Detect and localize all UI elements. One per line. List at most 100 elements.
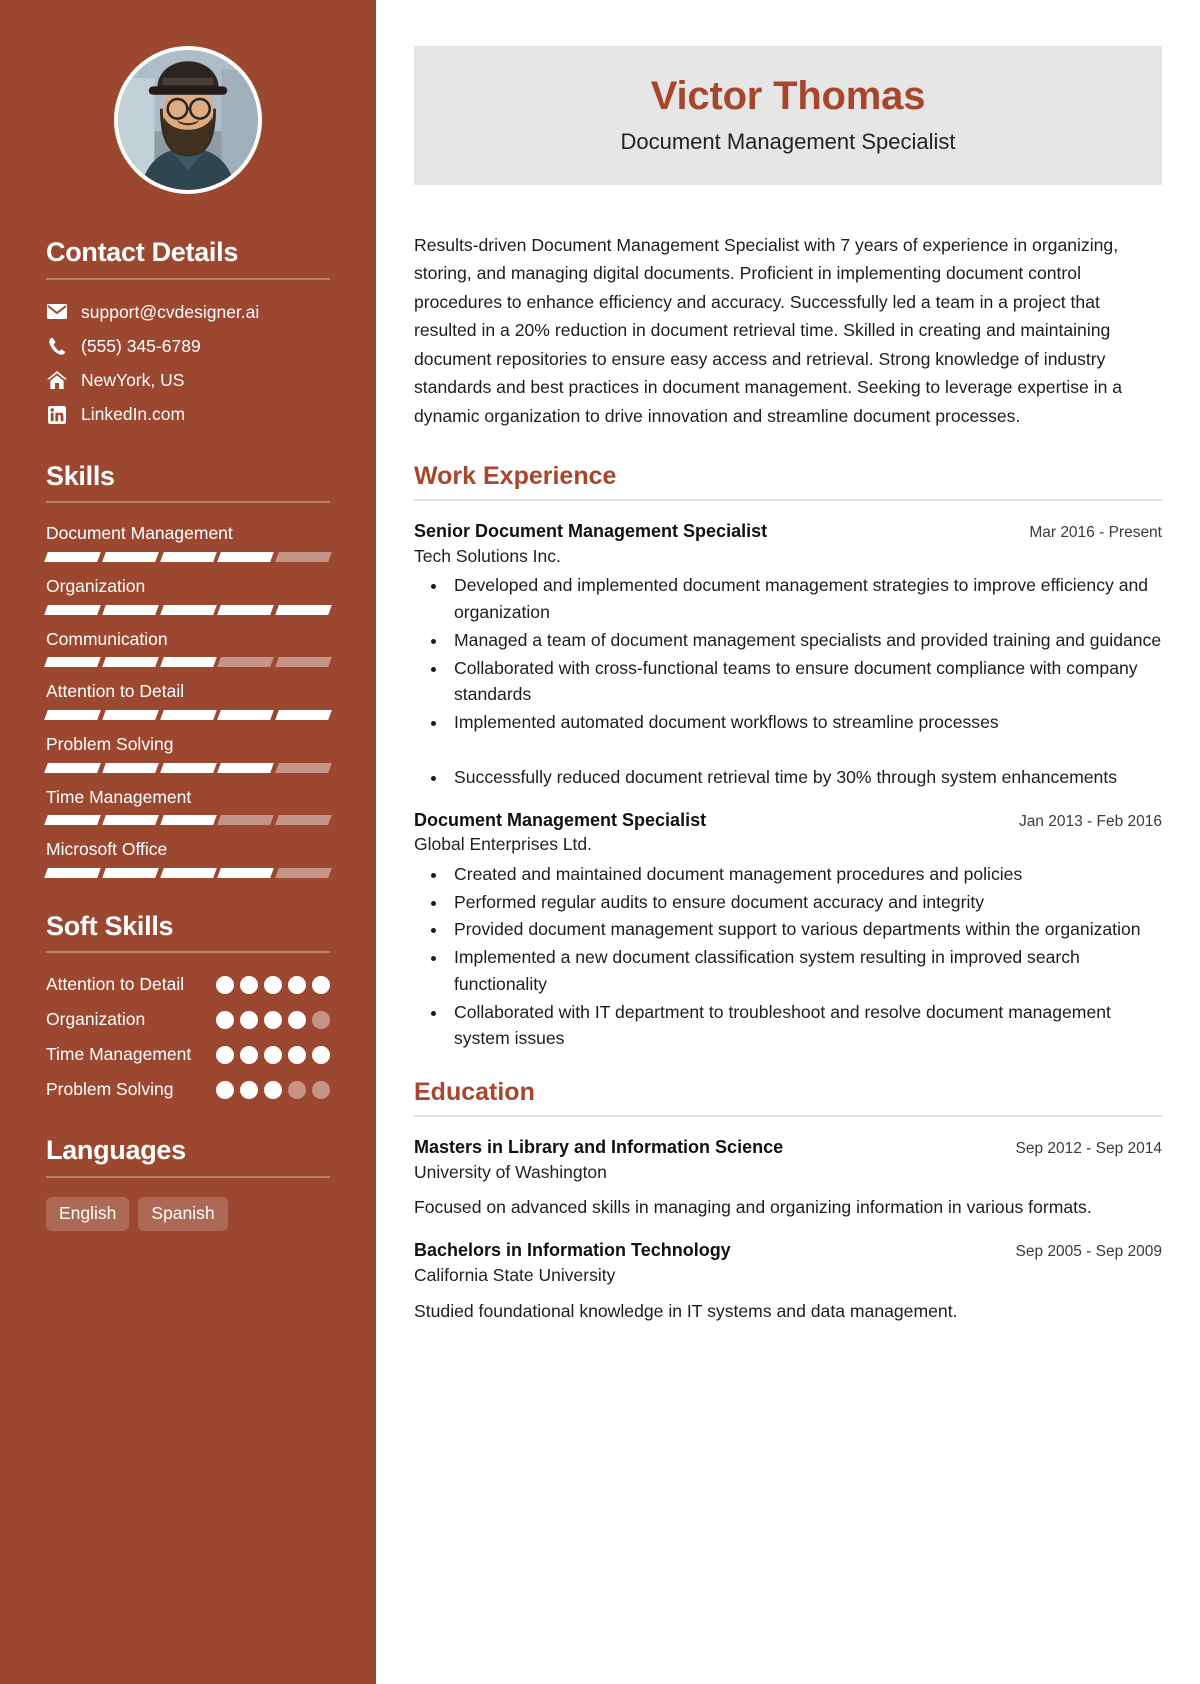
- responsibility-item: Developed and implemented document manag…: [448, 572, 1162, 625]
- company-name: Tech Solutions Inc.: [414, 545, 561, 566]
- responsibility-item: Created and maintained document manageme…: [448, 861, 1162, 888]
- skill-segment: [217, 867, 275, 878]
- job-title: Document Management Specialist: [414, 809, 707, 830]
- rating-dot: [312, 976, 330, 995]
- skill-segment: [159, 657, 217, 668]
- skill-segment: [217, 552, 275, 562]
- skill-segment: [159, 552, 217, 562]
- responsibility-item: Successfully reduced document retrieval …: [448, 764, 1162, 791]
- responsibility-item: Collaborated with cross-functional teams…: [448, 655, 1162, 708]
- skill-segment: [275, 552, 332, 562]
- skill-segment: [217, 709, 275, 720]
- email-icon: [46, 304, 68, 320]
- soft-skill-rating: [216, 1007, 330, 1030]
- rating-dot: [288, 1011, 306, 1030]
- skill-name: Microsoft Office: [46, 839, 168, 860]
- divider: [46, 277, 330, 280]
- contact-value: (555) 345-6789: [81, 335, 201, 356]
- skill-segment: [44, 762, 101, 773]
- work-entry: Document Management Specialist Jan 2013 -…: [414, 808, 1162, 1053]
- rating-dot: [312, 1011, 330, 1030]
- rating-dot: [216, 1011, 234, 1030]
- rating-dot: [264, 1080, 282, 1099]
- education-date-range: Sep 2012 - Sep 2014: [1015, 1139, 1162, 1157]
- responsibility-item: Collaborated with IT department to troub…: [448, 999, 1162, 1052]
- avatar-photo: [118, 50, 258, 190]
- skill-level-bar: [44, 709, 332, 720]
- rating-dot: [264, 976, 282, 995]
- skill-segment: [44, 709, 101, 720]
- page-title: Victor Thomas: [650, 74, 926, 118]
- education-heading: Education: [414, 1078, 535, 1107]
- rating-dot: [216, 1046, 234, 1065]
- skill-segment: [101, 604, 159, 615]
- skill-segment: [159, 709, 217, 720]
- skill-level-bar: [44, 867, 332, 878]
- skill-name: Organization: [46, 576, 146, 596]
- skill-level-bar: [44, 815, 332, 826]
- rating-dot: [216, 1080, 234, 1099]
- skill-segment: [101, 867, 159, 878]
- skill-level-bar: [44, 552, 332, 562]
- contact-item-linkedin[interactable]: LinkedIn.com: [46, 401, 330, 427]
- skill-segment: [275, 815, 332, 826]
- contact-list: support@cvdesigner.ai (555) 345-6789 New…: [46, 299, 330, 428]
- soft-skill-name: Time Management: [46, 1044, 192, 1065]
- phone-icon: [46, 337, 68, 355]
- rating-dot: [288, 1080, 306, 1099]
- rating-dot: [288, 976, 306, 995]
- work-entry: Senior Document Management Specialist Mar…: [414, 519, 1162, 791]
- skill-item: Organization: [44, 575, 332, 615]
- company-name: Global Enterprises Ltd.: [414, 834, 593, 855]
- skill-segment: [159, 815, 217, 826]
- language-tag: English: [46, 1196, 130, 1232]
- resume-page: Contact Details support@cvdesigner.ai (5…: [0, 0, 1200, 1684]
- divider: [414, 498, 1162, 501]
- rating-dot: [312, 1080, 330, 1099]
- skill-item: Document Management: [44, 522, 332, 562]
- work-entries: Senior Document Management Specialist Mar…: [414, 519, 1162, 1052]
- skill-segment: [44, 815, 101, 826]
- education-entry: Masters in Library and Information Scien…: [414, 1135, 1162, 1222]
- degree-title: Bachelors in Information Technology: [414, 1240, 731, 1261]
- skill-segment: [275, 762, 332, 773]
- avatar: [114, 46, 262, 194]
- soft-skill-name: Problem Solving: [46, 1078, 174, 1099]
- rating-dot: [312, 1046, 330, 1065]
- institution-name: University of Washington: [414, 1161, 607, 1182]
- contact-item-phone[interactable]: (555) 345-6789: [46, 333, 330, 359]
- skill-segment: [44, 552, 101, 562]
- skill-level-bar: [44, 604, 332, 615]
- soft-skill-item: Organization: [46, 1007, 330, 1032]
- skill-level-bar: [44, 657, 332, 668]
- contact-item-email[interactable]: support@cvdesigner.ai: [46, 299, 330, 325]
- responsibility-list: Developed and implemented document manag…: [414, 572, 1162, 790]
- skill-item: Attention to Detail: [44, 680, 332, 720]
- home-icon: [46, 371, 68, 390]
- rating-dot: [264, 1011, 282, 1030]
- skill-name: Problem Solving: [46, 733, 174, 754]
- divider: [46, 501, 330, 504]
- skill-segment: [101, 762, 159, 773]
- responsibility-item: Implemented a new document classificatio…: [448, 944, 1162, 997]
- skill-segment: [217, 762, 275, 773]
- rating-dot: [264, 1046, 282, 1065]
- skill-segment: [101, 657, 159, 668]
- job-date-range: Jan 2013 - Feb 2016: [1018, 812, 1162, 830]
- contact-item-location[interactable]: NewYork, US: [46, 367, 330, 393]
- skill-segment: [101, 815, 159, 826]
- languages-section: Languages English Spanish: [46, 1135, 330, 1232]
- responsibility-item: Implemented automated document workflows…: [448, 709, 1162, 736]
- education-entry: Bachelors in Information Technology Sep 2…: [414, 1238, 1162, 1325]
- skill-name: Communication: [46, 628, 168, 649]
- job-role: Document Management Specialist: [620, 129, 956, 154]
- entry-header: Bachelors in Information Technology Sep 2…: [414, 1238, 1162, 1263]
- education-date-range: Sep 2005 - Sep 2009: [1015, 1243, 1162, 1261]
- soft-skill-rating: [216, 1077, 330, 1099]
- skill-name: Time Management: [46, 786, 192, 807]
- contact-value: support@cvdesigner.ai: [81, 301, 260, 322]
- soft-skill-name: Organization: [46, 1009, 146, 1030]
- responsibility-item: Performed regular audits to ensure docum…: [448, 889, 1162, 916]
- responsibility-list: Created and maintained document manageme…: [414, 861, 1162, 1052]
- skill-level-bar: [44, 762, 332, 773]
